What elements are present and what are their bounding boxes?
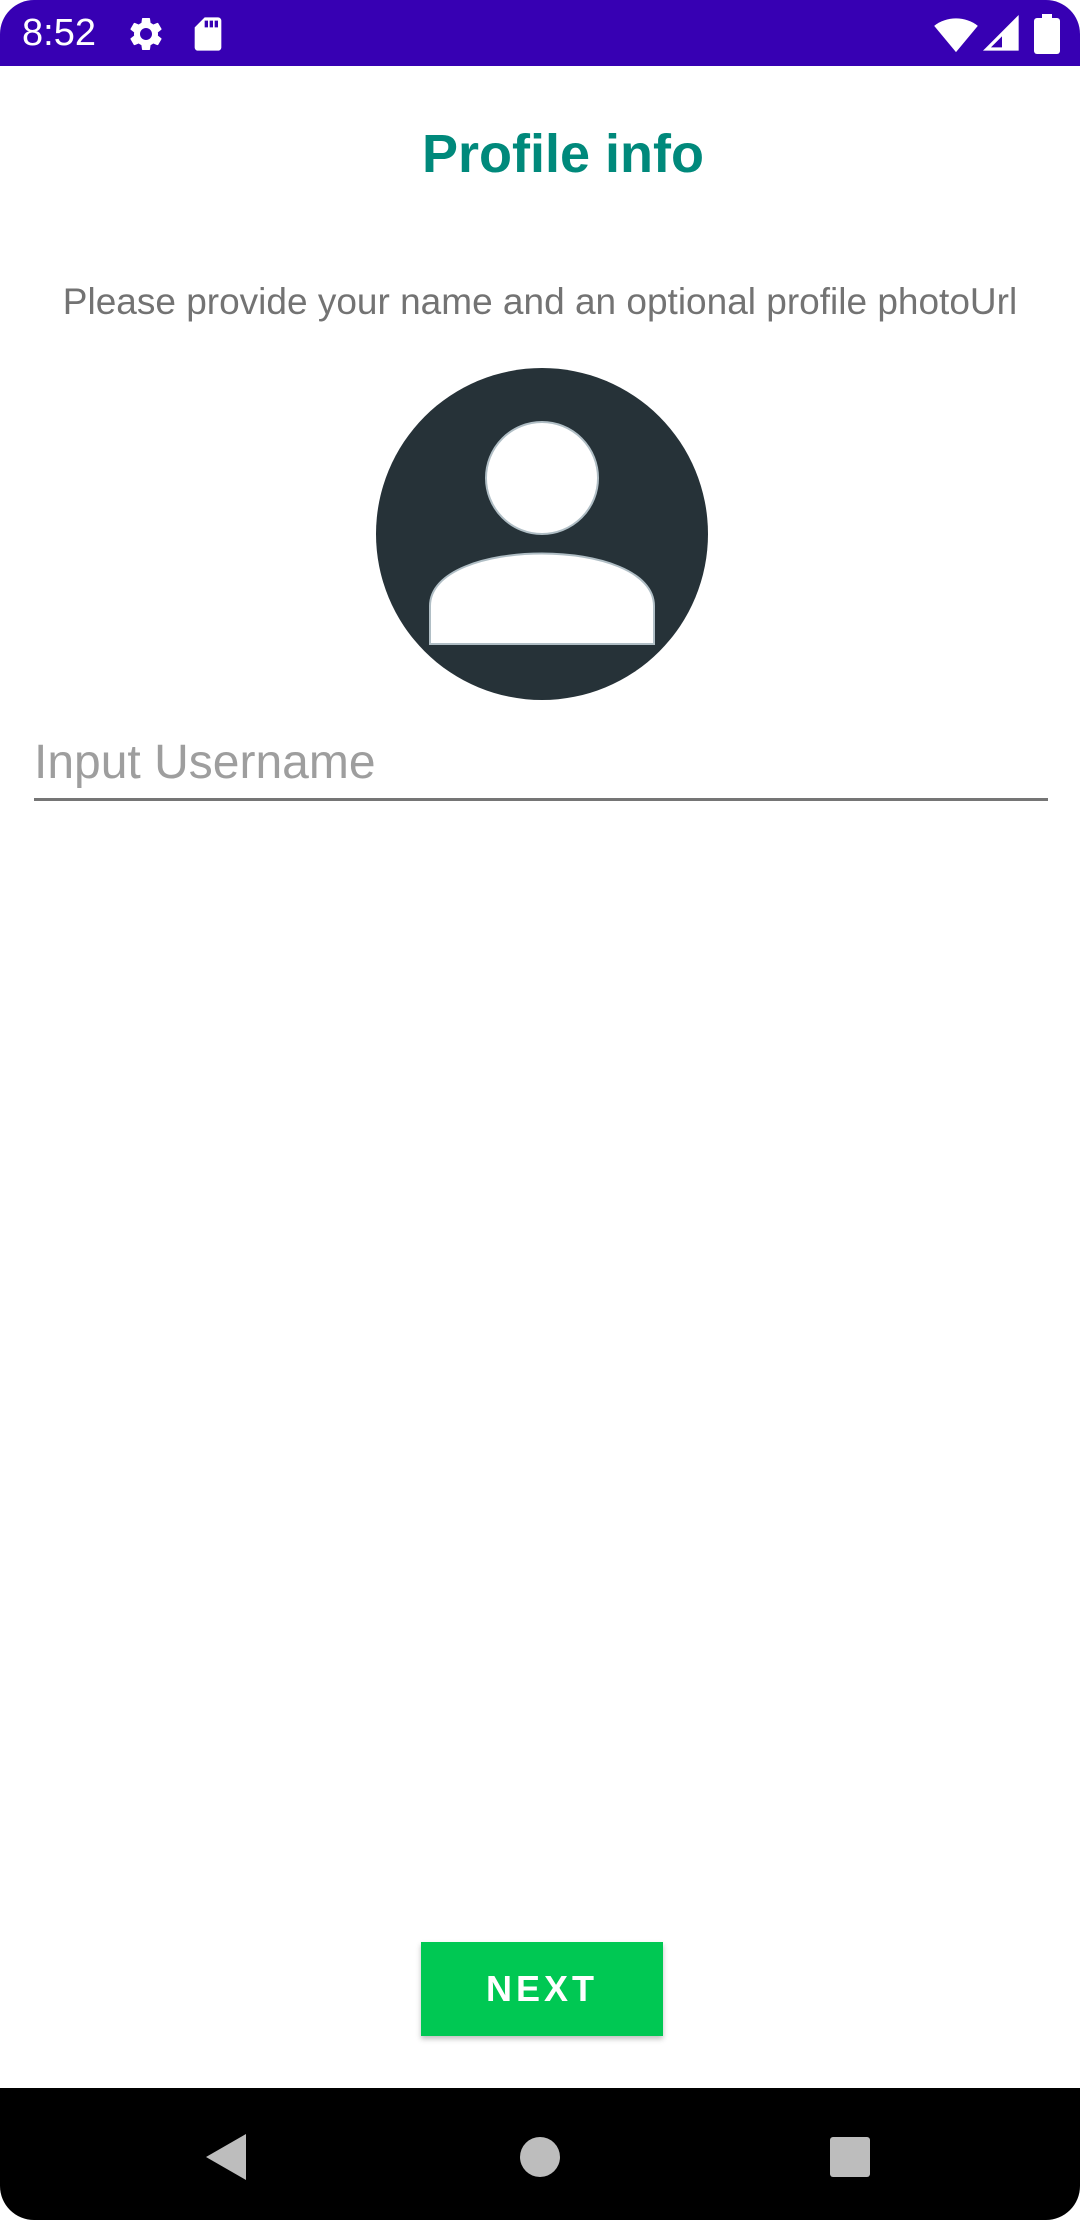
status-time: 8:52	[22, 12, 96, 54]
page-title: Profile info	[422, 124, 704, 184]
settings-icon	[126, 14, 166, 54]
sd-card-icon	[188, 14, 228, 54]
wifi-icon	[934, 14, 978, 54]
signal-icon	[982, 14, 1022, 54]
username-input[interactable]	[34, 726, 1048, 801]
next-button[interactable]: NEXT	[421, 1942, 663, 2036]
profile-photo-button[interactable]	[376, 368, 708, 700]
status-bar: 8:52	[0, 0, 1080, 66]
home-icon[interactable]	[495, 2112, 585, 2202]
page-subtitle: Please provide your name and an optional…	[62, 281, 1018, 322]
back-icon[interactable]	[182, 2112, 272, 2202]
battery-icon	[1034, 14, 1060, 54]
person-avatar-icon	[429, 421, 655, 645]
recents-icon[interactable]	[805, 2112, 895, 2202]
navigation-bar	[0, 2088, 1080, 2220]
